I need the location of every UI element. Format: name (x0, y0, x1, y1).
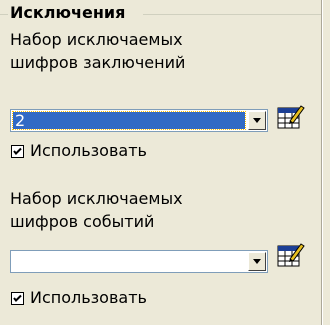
conclusions-editor-button[interactable] (277, 104, 305, 130)
chevron-down-icon (253, 259, 261, 264)
table-edit-icon (277, 243, 305, 267)
events-use-label[interactable]: Использовать (30, 288, 147, 308)
checkmark-icon (13, 147, 22, 155)
conclusions-label-line1: Набор исключаемых (10, 30, 183, 49)
events-combo-value-area[interactable] (13, 253, 245, 270)
table-edit-icon (277, 105, 305, 129)
events-use-checkbox[interactable] (11, 292, 24, 305)
conclusions-label-line2: шифров заключений (10, 53, 186, 72)
events-label-line2: шифров событий (10, 212, 155, 231)
group-title: Исключения (10, 3, 128, 23)
events-editor-button[interactable] (277, 242, 305, 268)
group-border-right (143, 14, 321, 15)
conclusions-dropdown-button[interactable] (248, 111, 266, 130)
conclusions-combo[interactable]: 2 (10, 109, 268, 132)
events-combo[interactable] (10, 250, 268, 273)
conclusions-combo-value: 2 (15, 111, 26, 130)
conclusions-combo-value-area[interactable]: 2 (12, 111, 246, 130)
chevron-down-icon (253, 118, 261, 123)
group-border-left (0, 14, 8, 15)
checkmark-icon (13, 294, 22, 302)
conclusions-use-label[interactable]: Использовать (30, 141, 147, 161)
events-label-line1: Набор исключаемых (10, 189, 183, 208)
events-dropdown-button[interactable] (248, 252, 266, 271)
conclusions-use-checkbox[interactable] (11, 145, 24, 158)
exclusions-panel: Исключения Набор исключаемых шифров закл… (0, 0, 330, 325)
panel-divider-highlight (322, 0, 323, 325)
